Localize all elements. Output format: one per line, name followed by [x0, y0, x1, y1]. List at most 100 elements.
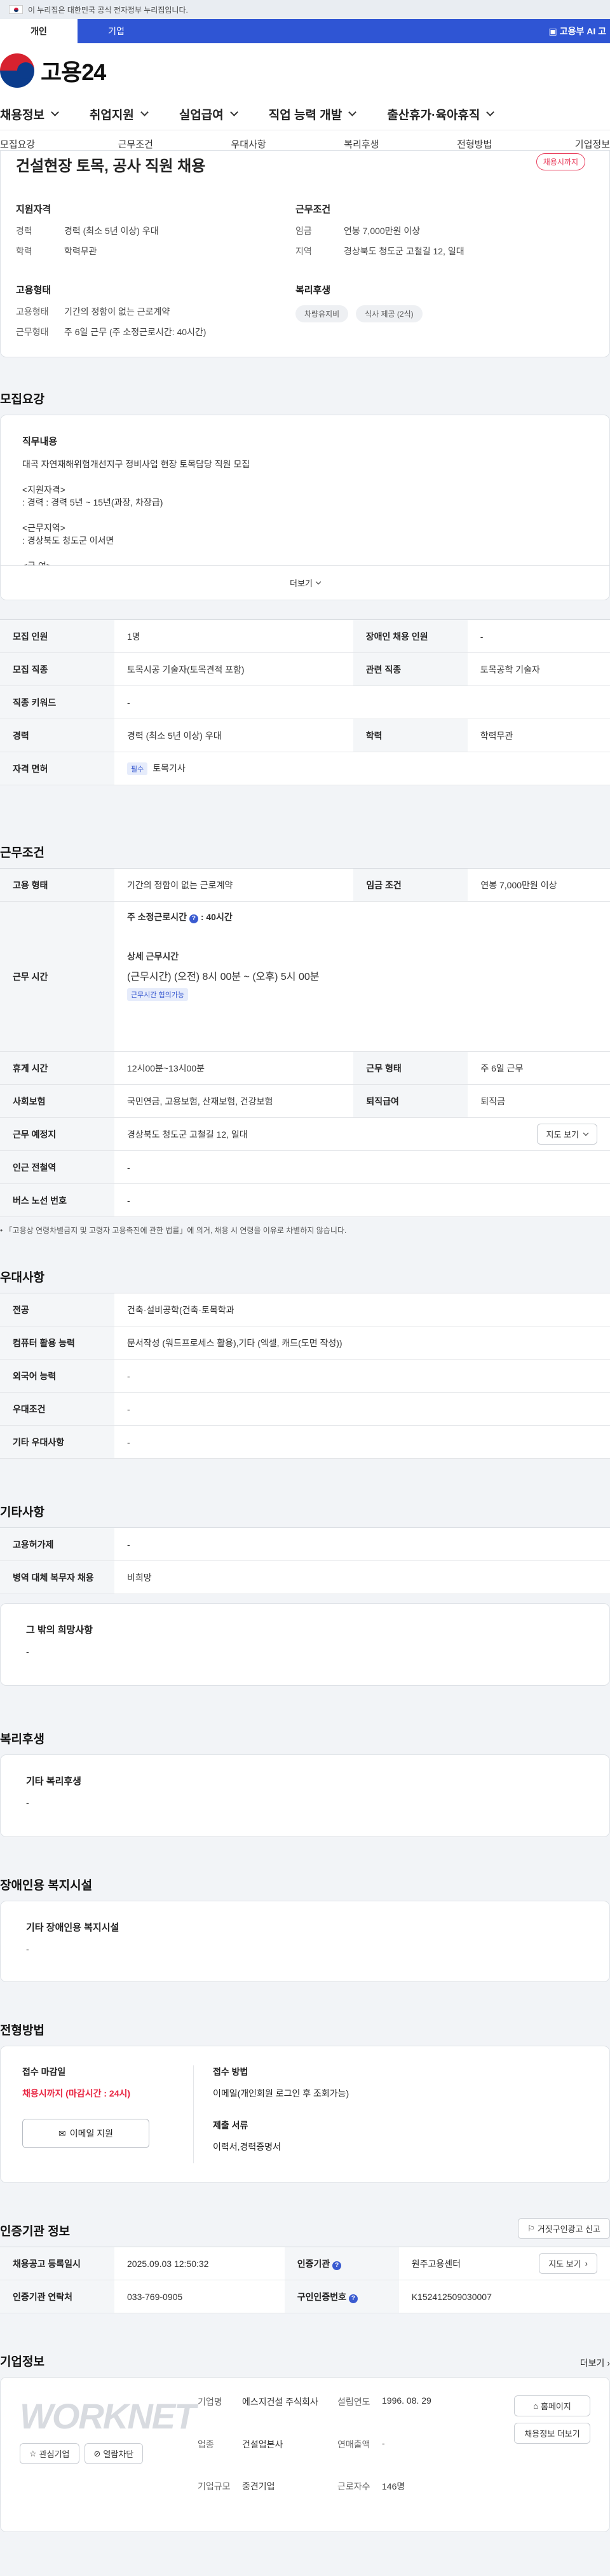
condition-group: 근무조건 임금 연봉 7,000만원 이상 지역 경상북도 청도군 고철길 12, …: [295, 202, 575, 265]
cell-key: 채용공고 등록일시: [0, 2247, 114, 2280]
report-label: 거짓구인광고 신고: [537, 2224, 600, 2234]
section-title: 우대사항: [0, 1271, 44, 1285]
cell-key: 직종 키워드: [0, 685, 114, 719]
box-value: -: [26, 1646, 29, 1656]
summary-key: 학력: [16, 246, 32, 256]
group-title: 근무조건: [295, 204, 331, 215]
more-jobs-button[interactable]: 채용정보 더보기: [514, 2423, 590, 2444]
map-button[interactable]: 지도 보기: [536, 1124, 597, 1145]
summary-key: 임금: [295, 226, 312, 236]
company-value: -: [382, 2437, 385, 2448]
cell-key: 임금 조건: [353, 868, 468, 902]
section-title: 복리후생: [0, 1733, 44, 1746]
cell-value: 퇴직금: [468, 1084, 610, 1118]
cert-table: 채용공고 등록일시 2025.09.03 12:50:32 인증기관 ? 원주고…: [0, 2247, 610, 2313]
cell-value: 비희망: [114, 1560, 610, 1594]
cell-key: 인증기관 ?: [284, 2247, 399, 2280]
chevron-down-icon: [583, 1130, 589, 1136]
cell-value: 토목공학 기술자: [467, 652, 610, 686]
tab-company[interactable]: 기업: [78, 19, 155, 43]
nav-label: 실업급여: [179, 108, 224, 122]
tab-personal[interactable]: 개인: [0, 19, 78, 43]
chevron-down-icon: [51, 108, 59, 116]
info-icon[interactable]: ?: [332, 2261, 342, 2270]
cell-key: 모집 직종: [0, 652, 114, 686]
summary-row: 지역 경상북도 청도군 고철길 12, 일대: [295, 245, 575, 258]
subnav-benefits[interactable]: 복리후생: [305, 137, 418, 151]
report-button[interactable]: ⚐ 거짓구인광고 신고: [518, 2218, 610, 2239]
cell-key: 학력: [353, 719, 468, 752]
nav-skills-development[interactable]: 직업 능력 개발: [268, 106, 357, 123]
group-title: 복리후생: [295, 285, 331, 296]
cell-value: -: [114, 1392, 610, 1426]
email-apply-button[interactable]: ✉ 이메일 지원: [22, 2119, 149, 2148]
company-card: WORKNET ☆ 관심기업 ⊘ 열람차단 기업명 에스지건설 주식회사 설립연도 …: [0, 2377, 610, 2532]
nav-label: 취업지원: [89, 108, 134, 122]
box-title: 기타 장애인용 복지시설: [26, 1922, 119, 1933]
page: 이 누리집은 대한민국 공식 전자정부 누리집입니다. 개인 기업 ▣ 고용부 A…: [0, 0, 610, 2576]
subnav-work-conditions[interactable]: 근무조건: [79, 137, 192, 151]
hours-detail-title: 상세 근무시간: [127, 951, 179, 961]
cell-key: 구인인증번호 ?: [284, 2280, 399, 2313]
subnav-preferences[interactable]: 우대사항: [192, 137, 305, 151]
table-row: 우대조건 -: [0, 1392, 610, 1426]
nav-label: 채용정보: [0, 108, 44, 122]
table-row: 채용공고 등록일시 2025.09.03 12:50:32 인증기관 ? 원주고…: [0, 2247, 610, 2280]
etc-table: 고용허가제 - 병역 대체 복무자 채용 비희망: [0, 1527, 610, 1594]
chevron-down-icon: [315, 579, 322, 585]
info-icon[interactable]: ?: [348, 2294, 358, 2303]
cell-value: 학력무관: [467, 719, 610, 752]
cell-value: -: [114, 685, 610, 719]
nav-unemployment-benefit[interactable]: 실업급여: [179, 106, 238, 123]
apply-label: 이메일 지원: [69, 2128, 114, 2139]
nav-job-info[interactable]: 채용정보: [0, 106, 59, 123]
summary-key: 경력: [16, 226, 32, 236]
table-row: 근무 시간 주 소정근로시간 ? : 40시간 상세 근무시간 (근무시간) (…: [0, 901, 610, 1052]
table-row: 사회보험 국민연금, 고용보험, 산재보험, 건강보험 퇴직급여 퇴직금: [0, 1084, 610, 1118]
cell-key: 병역 대체 복무자 채용: [0, 1560, 114, 1594]
cell-value: 경력 (최소 5년 이상) 우대: [114, 719, 353, 752]
cell-key: 고용 형태: [0, 868, 114, 902]
nav-employment-support[interactable]: 취업지원: [89, 106, 149, 123]
info-icon[interactable]: ?: [189, 914, 198, 923]
cell-key: 관련 직종: [353, 652, 468, 686]
subnav-process[interactable]: 전형방법: [418, 137, 531, 151]
table-row: 전공 건축·설비공학(건축·토목학과: [0, 1293, 610, 1326]
ai-link[interactable]: ▣ 고용부 AI 고: [548, 19, 610, 43]
nav-label: 출산휴가·육아휴직: [387, 108, 480, 122]
map-button[interactable]: 지도 보기 ›: [539, 2253, 597, 2274]
deadline-block: 접수 마감일 채용시까지 (마감시간 : 24시) ✉ 이메일 지원: [22, 2065, 194, 2163]
favorite-company-button[interactable]: ☆ 관심기업: [20, 2443, 79, 2464]
site-logo[interactable]: 고용24: [0, 53, 106, 88]
pref-table: 전공 건축·설비공학(건축·토목학과 컴퓨터 활용 능력 문서작성 (워드프로세스 …: [0, 1293, 610, 1459]
welfare-pill: 차량유지비: [295, 305, 349, 322]
benefit-section-head: 복리후생: [0, 1686, 610, 1754]
company-logo-block: WORKNET ☆ 관심기업 ⊘ 열람차단: [20, 2395, 196, 2514]
homepage-button[interactable]: ⌂ 홈페이지: [514, 2395, 590, 2416]
logo-text: 고용24: [41, 59, 106, 85]
table-row: 병역 대체 복무자 채용 비희망: [0, 1560, 610, 1594]
summary-value: 기간의 정함이 없는 근로계약: [64, 307, 170, 317]
block-company-button[interactable]: ⊘ 열람차단: [84, 2443, 144, 2464]
section-title: 인증기관 정보: [0, 2225, 71, 2238]
nav-parental-leave[interactable]: 출산휴가·육아휴직: [387, 106, 495, 123]
nav-label: 직업 능력 개발: [268, 108, 342, 122]
cell-key: 컴퓨터 활용 능력: [0, 1326, 114, 1360]
cell-value: 연봉 7,000만원 이상: [468, 868, 610, 902]
more-button[interactable]: 더보기: [1, 565, 609, 600]
subnav-recruit[interactable]: 모집요강: [0, 137, 79, 151]
company-more-link[interactable]: 더보기 ›: [580, 2357, 610, 2369]
cell-key: 자격 면허: [0, 752, 114, 785]
cell-value: 주 6일 근무: [468, 1051, 610, 1085]
method-value: 이메일(개인회원 로그인 후 조회가능): [213, 2088, 349, 2098]
home-label: 홈페이지: [541, 2402, 571, 2411]
work-table: 고용 형태 기간의 정함이 없는 근로계약 임금 조건 연봉 7,000만원 이…: [0, 868, 610, 1217]
more-label: 더보기: [580, 2358, 605, 2368]
note-text: 「고용상 연령차별금지 및 고령자 고용촉진에 관한 법률」에 의거, 채용 시…: [4, 1226, 347, 1235]
method-block: 접수 방법 이메일(개인회원 로그인 후 조회가능) 제출 서류 이력서,경력증…: [194, 2065, 349, 2163]
subnav-company[interactable]: 기업정보: [531, 137, 610, 151]
cell-value: 경상북도 청도군 고철길 12, 일대 지도 보기: [114, 1117, 610, 1151]
deadline-value: 채용시까지 (마감시간 : 24시): [22, 2088, 131, 2098]
company-value: 중견기업: [242, 2481, 275, 2492]
cell-key: 인증기관 연락처: [0, 2280, 114, 2313]
